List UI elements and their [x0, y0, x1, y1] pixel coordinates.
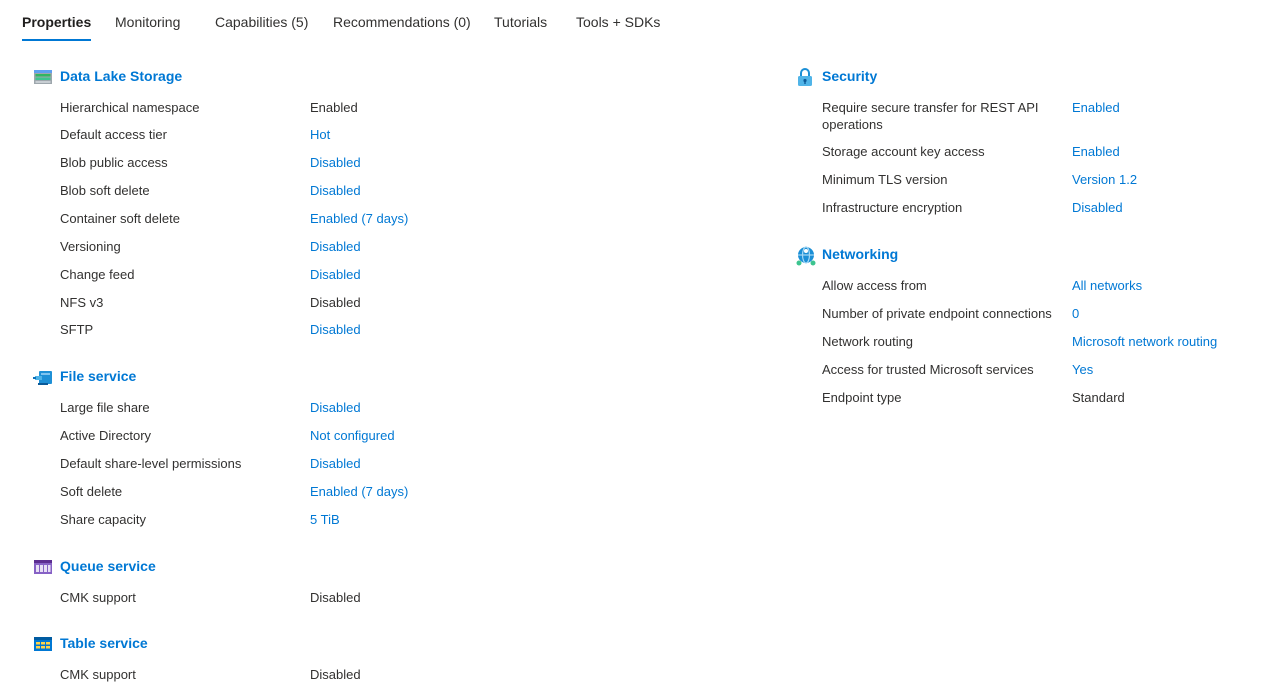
section-header: Data Lake Storage [33, 67, 433, 87]
tab-bar: Properties Monitoring Capabilities (5) R… [0, 0, 1273, 44]
property-value-link[interactable]: Disabled [310, 238, 361, 255]
property-value: Disabled [310, 667, 361, 682]
section-title-table-service: Table service [60, 635, 148, 651]
property-label: Share capacity [60, 512, 146, 527]
property-value-link[interactable]: Version 1.2 [1072, 171, 1137, 188]
property-value-link[interactable]: Enabled (7 days) [310, 210, 408, 227]
property-label: Blob soft delete [60, 183, 150, 198]
property-value-link[interactable]: Disabled [310, 266, 361, 283]
property-label: Minimum TLS version [822, 172, 948, 187]
property-label: Require secure transfer for REST API ope… [822, 99, 1039, 133]
queue-service-icon [33, 557, 53, 577]
section-header: Security [795, 67, 1195, 87]
property-label: SFTP [60, 322, 94, 337]
tab-capabilities[interactable]: Capabilities (5) [215, 14, 308, 40]
property-value-link[interactable]: Disabled [310, 182, 361, 199]
property-label: NFS v3 [60, 295, 104, 310]
section-header: Networking [795, 245, 1195, 266]
property-label: Default access tier [60, 127, 167, 142]
property-value-link[interactable]: Enabled [1072, 143, 1120, 160]
section-header: Queue service [33, 557, 433, 577]
section-title-security: Security [822, 68, 878, 84]
property-value-link[interactable]: Disabled [310, 399, 361, 416]
property-label: Large file share [60, 400, 150, 415]
section-header: File service [33, 367, 433, 387]
property-value-link[interactable]: Disabled [310, 321, 361, 338]
property-value: Standard [1072, 390, 1125, 405]
property-label: Active Directory [60, 428, 152, 443]
property-value: Enabled [310, 100, 358, 115]
networking-icon [795, 245, 816, 266]
property-label-line1: Require secure transfer for REST API [822, 100, 1039, 115]
property-value-link[interactable]: All networks [1072, 277, 1142, 294]
section-title-data-lake-storage: Data Lake Storage [60, 68, 183, 84]
property-value-link[interactable]: Not configured [310, 427, 395, 444]
section-header: Table service [33, 634, 433, 654]
property-label: CMK support [60, 590, 136, 605]
property-label: Access for trusted Microsoft services [822, 362, 1034, 377]
data-lake-storage-icon [33, 67, 53, 87]
security-lock-icon [795, 67, 815, 87]
property-label: CMK support [60, 667, 136, 682]
property-label: Soft delete [60, 484, 123, 499]
property-value-link[interactable]: Hot [310, 126, 330, 143]
property-label: Allow access from [822, 278, 927, 293]
tab-tutorials[interactable]: Tutorials [494, 14, 547, 40]
property-label: Default share-level permissions [60, 456, 242, 471]
property-label: Network routing [822, 334, 914, 349]
property-value-link[interactable]: Enabled (7 days) [310, 483, 408, 500]
property-value-link[interactable]: Yes [1072, 361, 1093, 378]
tab-recommendations[interactable]: Recommendations (0) [333, 14, 471, 40]
tab-monitoring[interactable]: Monitoring [115, 14, 180, 40]
property-value-link[interactable]: 5 TiB [310, 511, 340, 528]
property-label: Hierarchical namespace [60, 100, 200, 115]
property-value: Disabled [310, 295, 361, 310]
property-value-link[interactable]: Disabled [310, 455, 361, 472]
property-value-link[interactable]: Enabled [1072, 99, 1120, 116]
section-title-file-service: File service [60, 368, 137, 384]
property-value-link[interactable]: 0 [1072, 305, 1079, 322]
tab-properties[interactable]: Properties [22, 14, 92, 41]
property-label: Storage account key access [822, 144, 985, 159]
property-label: Infrastructure encryption [822, 200, 963, 215]
table-service-icon [33, 634, 53, 654]
property-label-line2: operations [822, 117, 883, 132]
property-label: Number of private endpoint connections [822, 306, 1052, 321]
section-title-queue-service: Queue service [60, 558, 156, 574]
property-value-link[interactable]: Disabled [1072, 199, 1123, 216]
property-value: Disabled [310, 590, 361, 605]
property-value-link[interactable]: Disabled [310, 154, 361, 171]
property-value-link[interactable]: Microsoft network routing [1072, 333, 1217, 350]
property-label: Endpoint type [822, 390, 902, 405]
property-label: Blob public access [60, 155, 168, 170]
file-service-icon [33, 367, 53, 387]
property-label: Container soft delete [60, 211, 180, 226]
tab-tools-sdks[interactable]: Tools + SDKs [576, 14, 660, 40]
section-title-networking: Networking [822, 246, 899, 262]
property-label: Change feed [60, 267, 135, 282]
property-label: Versioning [60, 239, 121, 254]
